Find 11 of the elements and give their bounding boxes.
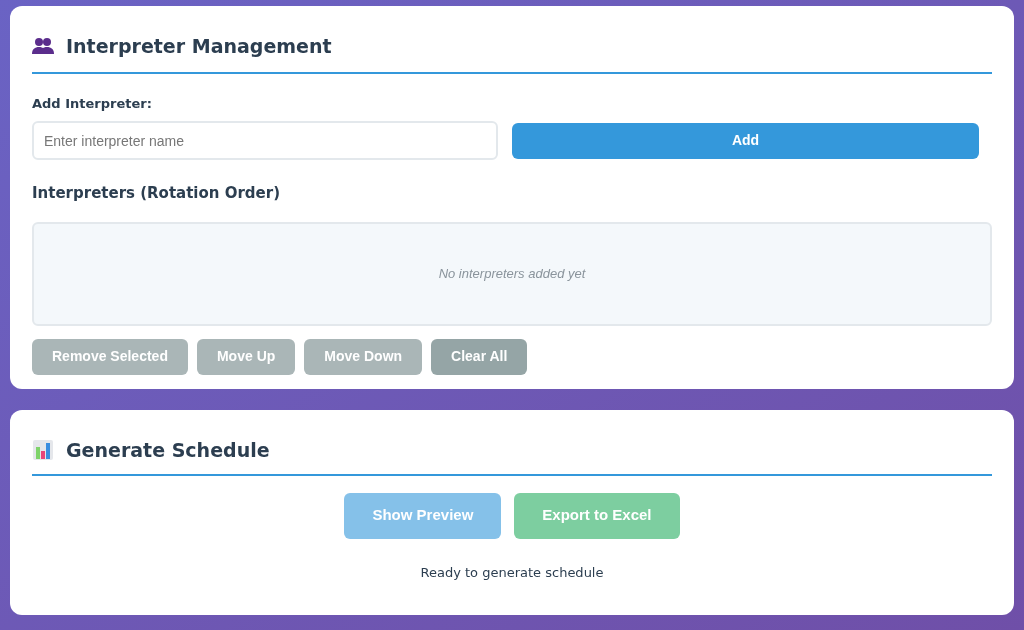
list-action-button[interactable]: Clear All — [431, 338, 528, 375]
section-title: Generate Schedule — [66, 438, 270, 463]
add-button[interactable]: Add — [512, 122, 979, 159]
name-input-field[interactable]: Enter interpreter name — [32, 121, 498, 160]
field-label: Add Interpreter: — [32, 94, 152, 113]
people-icon — [32, 37, 54, 56]
section-title: Interpreter Management — [66, 34, 332, 59]
list-title: Interpreters (Rotation Order) — [32, 183, 281, 204]
status-text: Ready to generate schedule — [420, 563, 604, 582]
empty-message: No interpreters added yet — [438, 264, 586, 283]
bar-chart-icon — [32, 439, 54, 462]
